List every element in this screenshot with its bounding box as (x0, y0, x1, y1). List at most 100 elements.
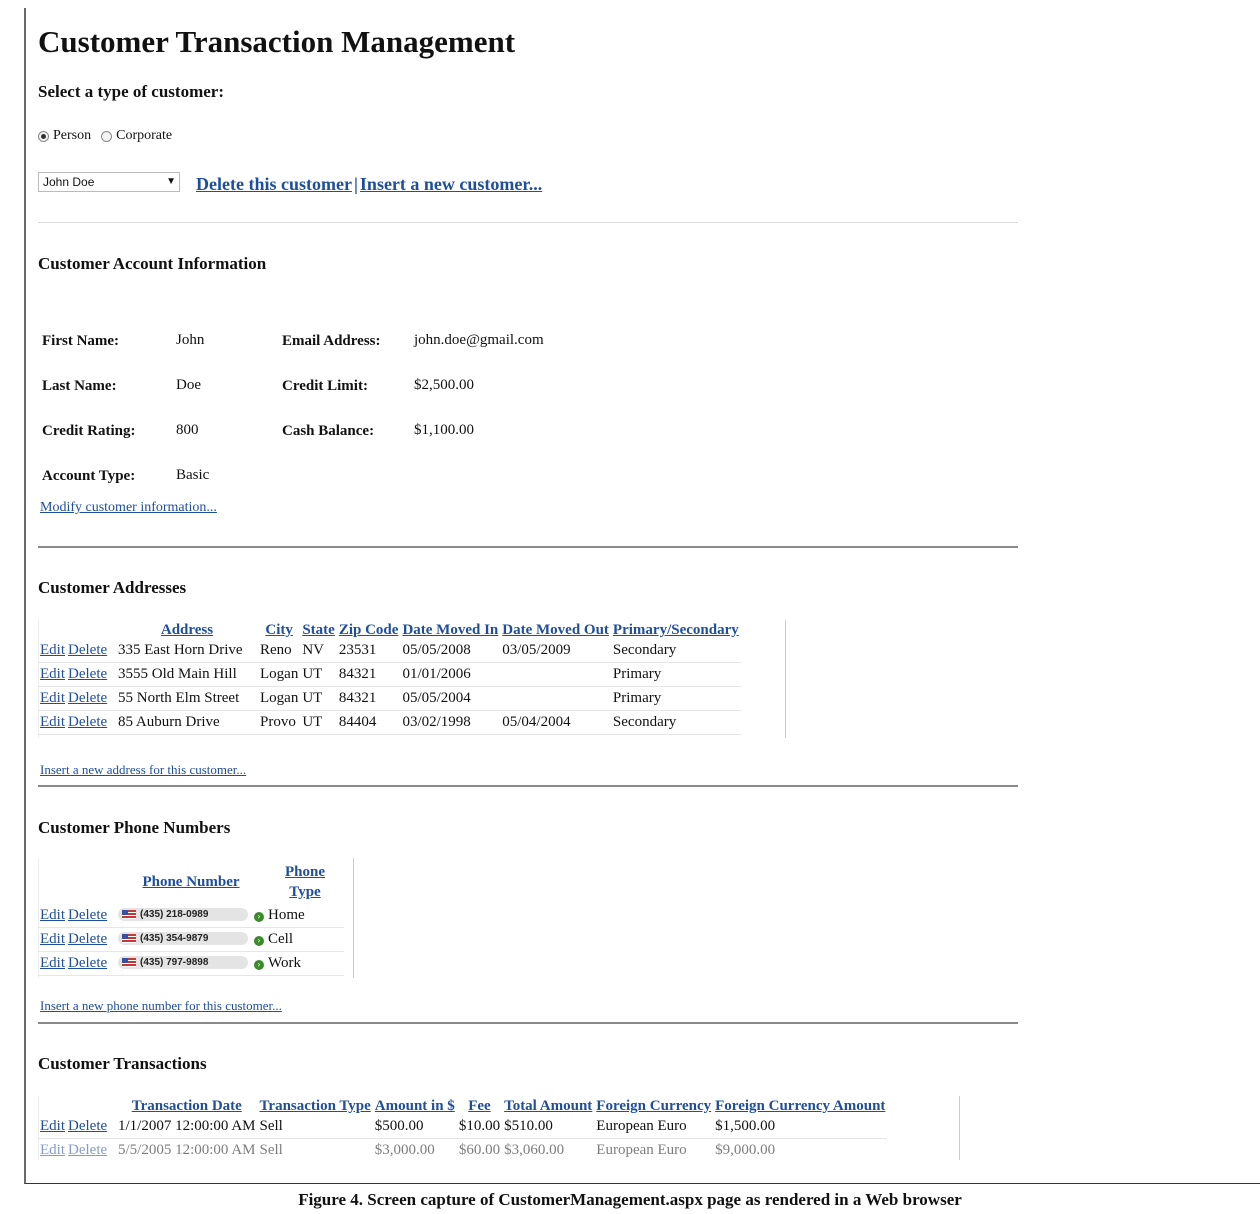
divider (38, 785, 1018, 787)
type-cell: Sell (257, 1138, 373, 1160)
empty-value (410, 453, 548, 498)
edit-link[interactable]: Edit (40, 1118, 65, 1134)
account-type-label: Account Type: (42, 467, 136, 484)
credit-rating-value: 800 (176, 422, 199, 438)
edit-link[interactable]: Edit (40, 642, 65, 658)
total-cell: $3,060.00 (502, 1138, 595, 1160)
edit-link[interactable]: Edit (40, 714, 65, 730)
edit-link[interactable]: Edit (40, 907, 65, 923)
phone-pill: (435) 797-9898 (118, 956, 248, 969)
dial-icon[interactable]: › (254, 912, 264, 922)
row-actions: Edit Delete (38, 662, 116, 687)
corporate-radio-label[interactable]: Corporate (116, 128, 172, 144)
fee-column-header[interactable]: Fee (457, 1098, 502, 1115)
transaction-date-column-header[interactable]: Transaction Date (116, 1098, 258, 1115)
edit-link[interactable]: Edit (40, 690, 65, 706)
date-out-cell: 05/04/2004 (500, 710, 611, 735)
date-out-cell (500, 662, 611, 687)
city-cell: Logan (258, 662, 301, 687)
primary-column-header[interactable]: Primary/Secondary (611, 622, 741, 639)
delete-link[interactable]: Delete (68, 666, 107, 682)
browser-viewport: Customer Transaction Management Select a… (38, 0, 1018, 1160)
insert-phone-link[interactable]: Insert a new phone number for this custo… (40, 998, 282, 1014)
total-amount-column-header[interactable]: Total Amount (502, 1098, 594, 1115)
zip-column-header[interactable]: Zip Code (337, 622, 401, 639)
date-in-cell: 05/05/2004 (400, 686, 501, 711)
chevron-down-icon[interactable]: ▼ (166, 176, 176, 187)
city-cell: Reno (258, 639, 301, 663)
person-radio[interactable] (38, 130, 49, 142)
transaction-row: Edit Delete 1/1/2007 12:00:00 AM Sell $500.0… (38, 1115, 888, 1139)
date-out-cell: 03/05/2009 (500, 639, 611, 663)
row-actions: Edit Delete (38, 927, 116, 952)
phones-header-row: Phone Number Phone Type (38, 860, 344, 904)
phone-row: Edit Delete (435) 797-9898 › Work (38, 951, 344, 976)
foreign-currency-column-header[interactable]: Foreign Currency (594, 1098, 713, 1115)
amount-column-header[interactable]: Amount in $ (373, 1098, 457, 1115)
customer-select[interactable]: John Doe ▼ (38, 172, 180, 192)
email-value: john.doe@gmail.com (414, 332, 544, 348)
transactions-table: Transaction Date Transaction Type Amount… (38, 1098, 888, 1160)
currency-cell: European Euro (594, 1115, 714, 1139)
customer-type-radio-group: Person Corporate (38, 128, 172, 144)
phone-number-cell: (435) 797-9898 › (116, 951, 266, 976)
us-flag-icon (122, 934, 136, 943)
delete-link[interactable]: Delete (68, 714, 107, 730)
city-column-header[interactable]: City (258, 622, 300, 639)
phone-number-column-header[interactable]: Phone Number (116, 860, 266, 904)
edit-link[interactable]: Edit (40, 955, 65, 971)
currency-cell: European Euro (594, 1138, 714, 1160)
phone-number-text: (435) 354-9879 (140, 933, 209, 944)
row-actions: Edit Delete (38, 710, 116, 735)
dial-icon[interactable]: › (254, 936, 264, 946)
account-row: First Name: John Email Address: john.doe… (38, 318, 548, 363)
row-actions: Edit Delete (38, 951, 116, 976)
total-cell: $510.00 (502, 1115, 595, 1139)
date-in-column-header[interactable]: Date Moved In (400, 622, 500, 639)
row-actions: Edit Delete (38, 1115, 116, 1139)
transaction-type-column-header[interactable]: Transaction Type (258, 1098, 373, 1115)
us-flag-icon (122, 910, 136, 919)
address-row: Edit Delete 335 East Horn Drive Reno NV 23531… (38, 639, 741, 663)
fee-cell: $60.00 (456, 1138, 503, 1160)
fee-cell: $10.00 (456, 1115, 503, 1139)
dial-icon[interactable]: › (254, 960, 264, 970)
delete-link[interactable]: Delete (68, 931, 107, 947)
insert-address-link[interactable]: Insert a new address for this customer..… (40, 762, 246, 778)
delete-link[interactable]: Delete (68, 642, 107, 658)
primary-cell: Primary (610, 662, 741, 687)
date-out-column-header[interactable]: Date Moved Out (500, 622, 611, 639)
account-row: Last Name: Doe Credit Limit: $2,500.00 (38, 363, 548, 408)
delete-link[interactable]: Delete (68, 1142, 107, 1158)
edit-link[interactable]: Edit (40, 1142, 65, 1158)
address-column-header[interactable]: Address (116, 622, 258, 639)
us-flag-icon (122, 958, 136, 967)
last-name-label: Last Name: (42, 377, 117, 394)
modify-customer-link[interactable]: Modify customer information... (40, 500, 217, 516)
account-heading: Customer Account Information (38, 254, 267, 273)
corporate-radio[interactable] (101, 130, 113, 142)
zip-cell: 84321 (336, 662, 401, 687)
primary-cell: Secondary (610, 639, 741, 663)
primary-cell: Secondary (610, 710, 741, 735)
customer-select-value: John Doe (43, 175, 95, 189)
delete-link[interactable]: Delete (68, 690, 107, 706)
foreign-amount-column-header[interactable]: Foreign Currency Amount (713, 1098, 887, 1115)
divider (38, 1022, 1018, 1024)
edit-link[interactable]: Edit (40, 931, 65, 947)
address-row: Edit Delete 3555 Old Main Hill Logan UT 84321… (38, 662, 741, 687)
delete-link[interactable]: Delete (68, 907, 107, 923)
phone-type-column-header[interactable]: Phone Type (266, 860, 344, 904)
insert-customer-link[interactable]: Insert a new customer... (360, 174, 542, 194)
address-row: Edit Delete 85 Auburn Drive Provo UT 84404 03/… (38, 710, 741, 735)
person-radio-label[interactable]: Person (53, 128, 91, 144)
edit-link[interactable]: Edit (40, 666, 65, 682)
phone-number-cell: (435) 218-0989 › (116, 904, 266, 928)
delete-link[interactable]: Delete (68, 955, 107, 971)
date-in-cell: 03/02/1998 (400, 710, 501, 735)
delete-customer-link[interactable]: Delete this customer (196, 174, 352, 194)
phone-row: Edit Delete (435) 218-0989 › Home (38, 904, 344, 928)
credit-rating-label: Credit Rating: (42, 422, 136, 439)
state-column-header[interactable]: State (300, 622, 337, 639)
delete-link[interactable]: Delete (68, 1118, 107, 1134)
